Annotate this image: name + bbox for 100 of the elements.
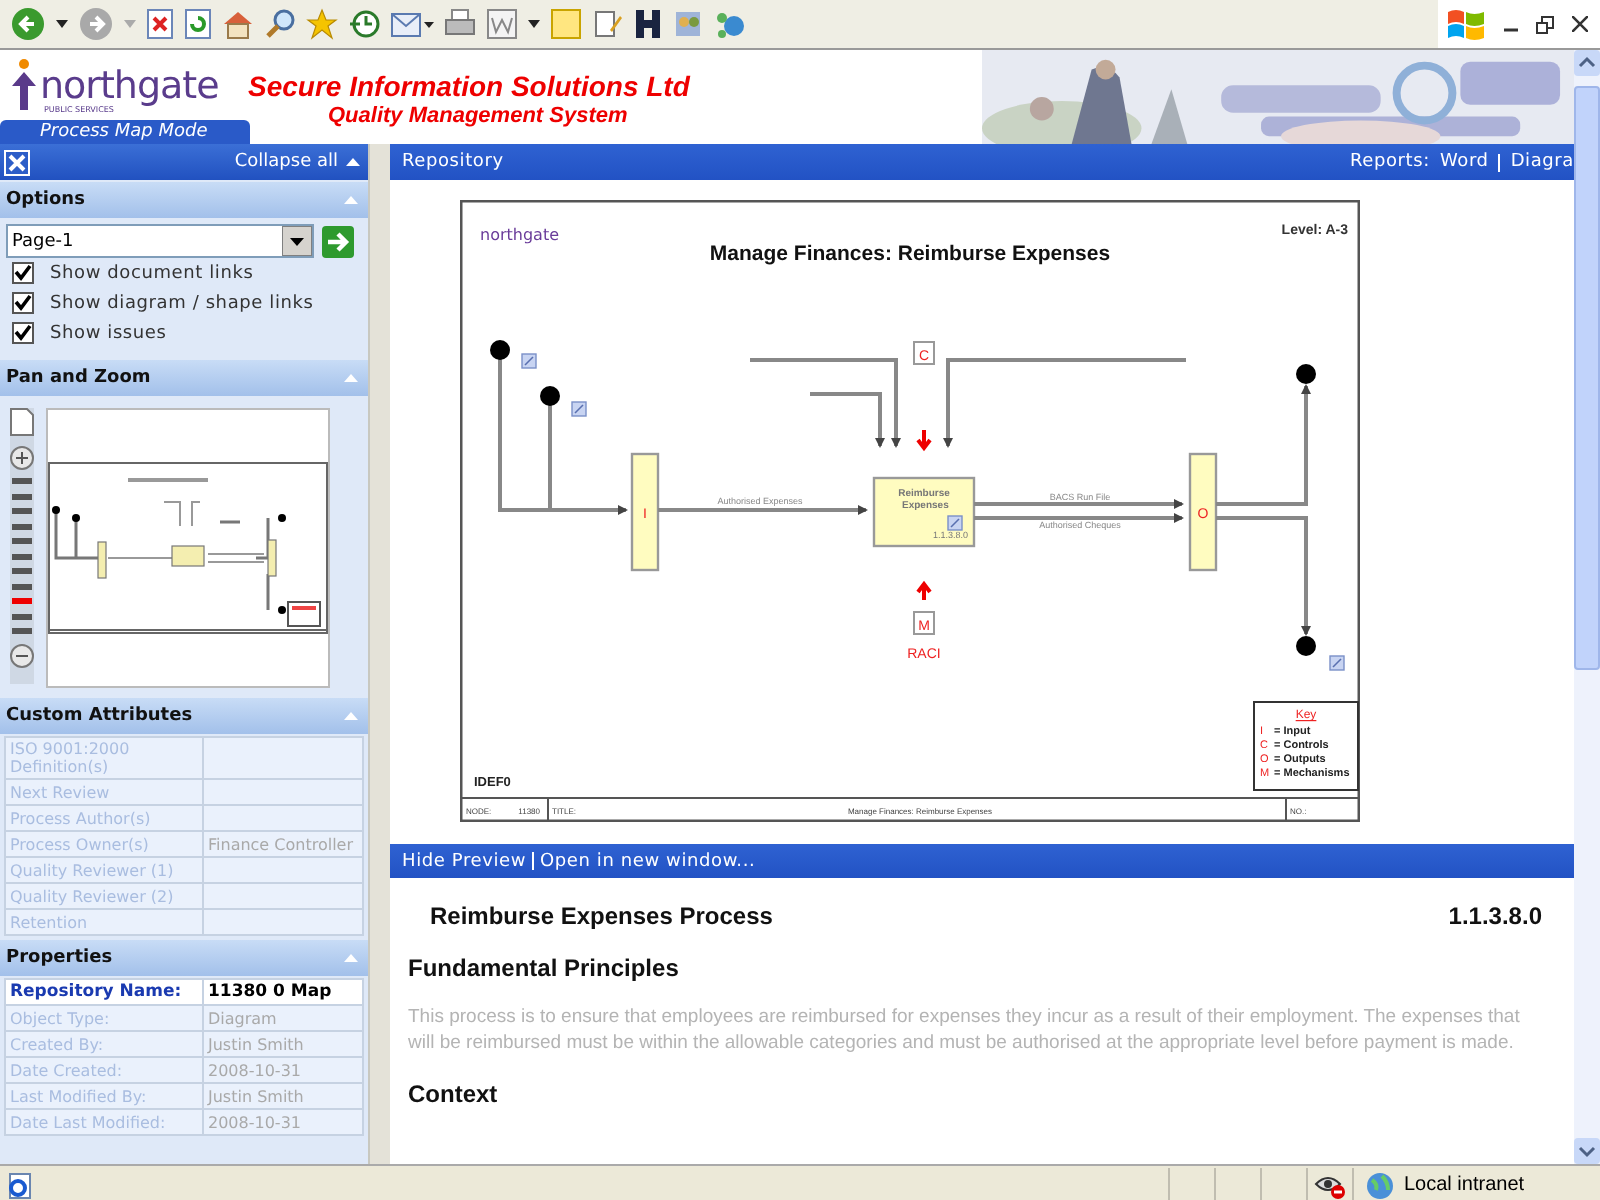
attribute-name: Created By:	[5, 1031, 203, 1057]
attribute-name: Last Modified By:	[5, 1083, 203, 1109]
edit-icon[interactable]	[592, 8, 624, 40]
control-box	[913, 341, 935, 365]
section-header[interactable]: Options	[0, 182, 368, 218]
forward-icon[interactable]	[78, 6, 114, 42]
go-arrow-icon[interactable]	[322, 225, 354, 257]
attribute-value: Justin Smith	[203, 1031, 363, 1057]
attribute-value: 2008-10-31	[203, 1057, 363, 1083]
attribute-name: Quality Reviewer (2)	[5, 883, 203, 909]
endpoint-dot	[1296, 364, 1316, 384]
network-icon[interactable]	[714, 8, 746, 40]
zoom-out-icon[interactable]	[10, 643, 34, 667]
zoom-step[interactable]	[12, 523, 32, 529]
endpoint-dot	[540, 386, 560, 406]
section-text: This process is to ensure that employees are reimbursed for expenses they incur as a result of their employment. The expenses that will be reimbursed must be within the allowable categories and must be authorised at the appropriate level before payment is made.	[408, 1006, 1522, 1056]
section-header[interactable]: Custom Attributes	[0, 698, 368, 734]
checkbox[interactable]	[12, 322, 34, 344]
attribute-name: Object Type:	[5, 1005, 203, 1031]
page-icon[interactable]	[10, 408, 34, 436]
attribute-value: Finance Controller	[203, 831, 363, 857]
mechanism-box	[913, 611, 935, 635]
blocked-eye-icon[interactable]	[1314, 1171, 1346, 1199]
preview-link[interactable]: Hide Preview	[402, 851, 527, 871]
report-link[interactable]: Diagra	[1510, 152, 1574, 172]
mode-tab[interactable]: Process Map Mode	[0, 120, 250, 144]
checkbox-label[interactable]: Show issues	[50, 323, 167, 343]
scroll-down-icon[interactable]	[1574, 1138, 1600, 1164]
reports-label: Reports:	[1350, 152, 1430, 172]
section-heading: Fundamental Principles	[408, 954, 681, 982]
section-header[interactable]: Properties	[0, 940, 368, 976]
diagram-thumbnail-drawing[interactable]	[48, 462, 328, 634]
logo-icon	[10, 58, 38, 110]
history-icon[interactable]	[348, 8, 380, 40]
section-heading: Context	[408, 1080, 500, 1108]
attribute-value: 11380 0 Map	[203, 979, 363, 1005]
home-icon[interactable]	[222, 8, 254, 40]
h-block-icon[interactable]	[634, 8, 662, 40]
windows-logo-icon	[1446, 6, 1486, 42]
attribute-name: Next Review	[5, 779, 203, 805]
logo-text: northgate	[40, 68, 219, 106]
attribute-name: Retention	[5, 909, 203, 935]
close-icon[interactable]	[4, 149, 30, 175]
scroll-thumb[interactable]	[1574, 86, 1600, 670]
link-icon[interactable]	[521, 353, 537, 369]
system-name: Quality Management System	[328, 102, 630, 130]
search-icon[interactable]	[264, 8, 296, 40]
printer-icon[interactable]	[444, 8, 476, 40]
attribute-name: Process Author(s)	[5, 805, 203, 831]
link-icon[interactable]	[947, 515, 963, 531]
tunnel-bar	[1188, 452, 1218, 572]
page-select[interactable]: Page-1	[6, 224, 314, 258]
zoom-step[interactable]	[12, 493, 32, 499]
document-title: Reimburse Expenses Process	[430, 902, 773, 930]
checkbox-label[interactable]: Show document links	[50, 263, 254, 283]
endpoint-dot	[1296, 636, 1316, 656]
tunnel-bar	[630, 452, 660, 572]
zoom-step[interactable]	[12, 583, 32, 589]
flow-line	[1216, 384, 1311, 506]
diagram-title: Manage Finances: Reimburse Expenses	[709, 242, 1111, 266]
attribute-name: Quality Reviewer (1)	[5, 857, 203, 883]
zoom-step[interactable]	[12, 613, 32, 619]
company-name: Secure Information Solutions Ltd	[248, 70, 693, 102]
attribute-name: Date Last Modified:	[5, 1109, 203, 1135]
scroll-up-icon[interactable]	[1574, 50, 1600, 76]
attribute-name: Date Created:	[5, 1057, 203, 1083]
scrollbar[interactable]	[1574, 50, 1600, 1164]
section-header[interactable]: Pan and Zoom	[0, 360, 368, 396]
restore-icon[interactable]	[1536, 15, 1554, 33]
collapse-icon[interactable]	[346, 158, 360, 166]
checkbox[interactable]	[12, 292, 34, 314]
dropdown-icon[interactable]	[282, 226, 312, 256]
mail-icon[interactable]	[390, 8, 434, 40]
attribute-value: 2008-10-31	[203, 1109, 363, 1135]
caret-icon[interactable]	[528, 20, 540, 28]
endpoint-dot	[490, 340, 510, 360]
back-icon[interactable]	[10, 6, 46, 42]
stop-icon[interactable]	[146, 8, 174, 40]
attribute-value: Diagram	[203, 1005, 363, 1031]
star-icon[interactable]	[306, 8, 338, 40]
report-link[interactable]: Word	[1439, 152, 1489, 172]
collapse-all-link[interactable]: Collapse all	[234, 152, 360, 172]
refresh-icon[interactable]	[184, 8, 212, 40]
caret-icon[interactable]	[56, 20, 68, 28]
link-icon[interactable]	[1329, 655, 1345, 671]
zoom-step[interactable]	[12, 553, 32, 559]
checkbox[interactable]	[12, 262, 34, 284]
preview-link[interactable]: Open in new window...	[540, 851, 756, 871]
attribute-name: Process Owner(s)	[5, 831, 203, 857]
document-icon[interactable]	[486, 8, 518, 40]
close-icon[interactable]	[1572, 16, 1588, 32]
process-box	[872, 476, 976, 548]
people-icon[interactable]	[672, 8, 704, 40]
zoom-in-icon[interactable]	[10, 445, 34, 469]
control-arrow-icon	[916, 428, 932, 452]
diagram-logo: northgate	[480, 226, 559, 244]
checkbox-label[interactable]: Show diagram / shape links	[50, 293, 314, 313]
link-icon[interactable]	[571, 401, 587, 417]
breadcrumb-link[interactable]: Repository	[402, 152, 504, 172]
mechanism-arrow-icon	[916, 580, 932, 602]
